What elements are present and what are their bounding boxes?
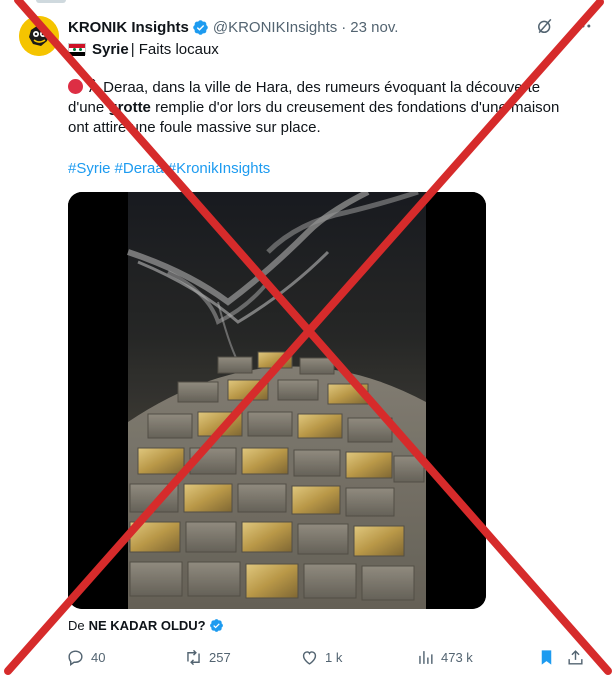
author-subtitle: Syrie | Faits locaux	[68, 39, 219, 59]
hashtag-syrie[interactable]: #Syrie	[68, 159, 111, 179]
share-button[interactable]	[566, 648, 585, 667]
red-circle-icon	[68, 79, 83, 94]
subtitle-category: | Faits locaux	[130, 40, 219, 58]
post-actions: 40 257 1 k 473 k	[66, 648, 586, 668]
like-count: 1 k	[325, 650, 343, 665]
body-line-1: À Deraa, dans la ville de Hara, des rume…	[68, 78, 588, 98]
avatar[interactable]	[19, 16, 59, 56]
post-header: KRONIK Insights @KRONIKInsights · 23 nov…	[68, 16, 593, 38]
author-handle[interactable]: @KRONIKInsights	[213, 19, 337, 36]
hashtag-kronikinsights[interactable]: #KronikInsights	[168, 159, 271, 179]
body-line-3: ont attiré une foule massive sur place.	[68, 119, 321, 136]
reply-button[interactable]: 40	[66, 648, 105, 667]
heart-icon	[302, 651, 317, 665]
separator: ·	[341, 18, 347, 36]
share-icon	[568, 650, 583, 665]
repost-count: 257	[209, 650, 231, 665]
like-button[interactable]: 1 k	[300, 648, 342, 667]
author-name[interactable]: KRONIK Insights	[68, 19, 189, 36]
source-prefix: De	[68, 618, 85, 633]
views-bar-icon	[419, 651, 433, 664]
views-button[interactable]: 473 k	[416, 648, 473, 667]
repost-icon	[187, 649, 200, 666]
views-count: 473 k	[441, 650, 473, 665]
bookmark-icon	[541, 650, 552, 665]
hashtag-deraa[interactable]: #Deraa	[115, 159, 164, 179]
source-account-name[interactable]: NE KADAR OLDU?	[89, 618, 206, 633]
post-body: À Deraa, dans la ville de Hara, des rume…	[68, 78, 588, 138]
more-dots-icon[interactable]	[573, 16, 593, 36]
body-line-2: d'une grotte remplie d'or lors du creuse…	[68, 99, 560, 116]
header-actions	[535, 16, 593, 36]
syria-flag-icon	[68, 43, 86, 56]
video-media[interactable]	[68, 192, 486, 609]
thread-line	[36, 0, 66, 3]
bookmark-button[interactable]	[537, 648, 556, 667]
grok-icon[interactable]	[535, 16, 555, 36]
subtitle-country: Syrie	[92, 40, 129, 58]
hashtag-list: #Syrie #Deraa #KronikInsights	[68, 159, 270, 179]
verified-badge-icon	[209, 619, 223, 632]
reply-count: 40	[91, 650, 106, 665]
gold-bars-video-frame	[68, 192, 486, 609]
verified-badge-icon	[193, 19, 208, 35]
avatar-logo-icon	[19, 16, 59, 56]
post-date[interactable]: 23 nov.	[350, 19, 398, 36]
video-source: De NE KADAR OLDU?	[68, 618, 228, 633]
reply-icon	[68, 650, 83, 667]
repost-button[interactable]: 257	[184, 648, 231, 667]
